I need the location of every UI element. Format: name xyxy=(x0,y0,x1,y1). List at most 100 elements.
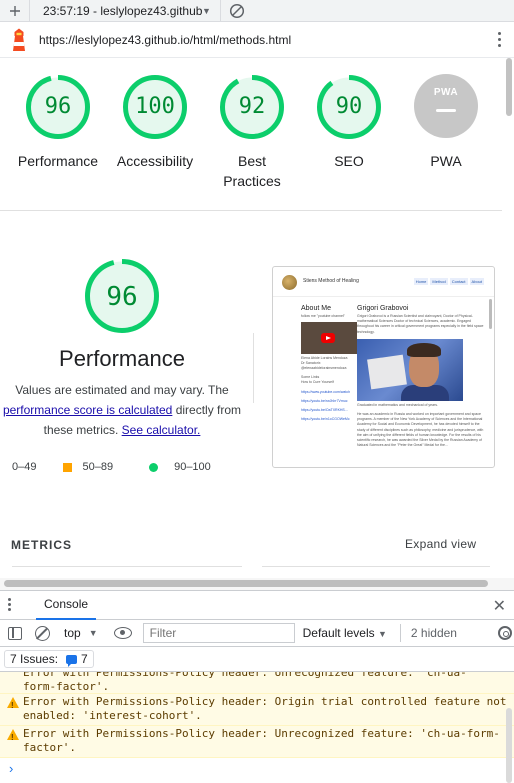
metrics-title: METRICS xyxy=(11,538,72,552)
thumb-link: https://youtu.be/OaTXRKHS... xyxy=(301,408,348,412)
devtools-drawer: Console ✕ top ▼ Default levels ▼ 2 hidde… xyxy=(0,590,514,783)
see-calculator-link[interactable]: See calculator. xyxy=(122,423,201,437)
thumb-links: https://www.youtube.com/watch https://yo… xyxy=(301,390,357,421)
thumb-link: https://www.youtube.com/watch xyxy=(301,390,351,394)
thumb-heading: Grigori Grabovoi xyxy=(357,305,409,312)
scrollbar-thumb[interactable] xyxy=(4,580,488,587)
thumb-video xyxy=(301,322,357,354)
scrollbar-thumb[interactable] xyxy=(506,58,512,116)
thumb-photo xyxy=(357,338,463,401)
thumb-about-text: follow me "youtube channel" xyxy=(301,314,345,318)
console-warning[interactable]: Error with Permissions-Policy header: Un… xyxy=(0,672,514,694)
toolbar-separator xyxy=(399,624,401,642)
performance-section: 96 Performance Values are estimated and … xyxy=(0,258,244,440)
more-options-icon[interactable] xyxy=(498,32,502,50)
sidebar-toggle-icon[interactable] xyxy=(8,626,22,640)
warning-text: Error with Permissions-Policy header: Un… xyxy=(23,727,500,754)
issues-button[interactable]: 7 Issues: 7 xyxy=(4,650,94,668)
chevron-down-icon[interactable]: ▼ xyxy=(202,6,216,16)
thumb-about-column: About Me follow me "youtube channel" Ele… xyxy=(301,305,357,421)
thumb-brand: Stiens Method of Healing xyxy=(303,278,359,284)
warning-icon xyxy=(7,729,19,745)
console-warning[interactable]: Error with Permissions-Policy header: Or… xyxy=(0,694,514,726)
score-value: 96 xyxy=(44,94,72,119)
divider xyxy=(0,210,502,211)
log-levels-dropdown[interactable]: Default levels ▼ xyxy=(303,626,387,640)
desc-text: directly from xyxy=(175,403,242,417)
legend-average-label: 50–89 xyxy=(82,461,114,473)
warning-text: Error with Permissions-Policy header: Or… xyxy=(23,695,507,722)
warning-text-partial: Error with Permissions-Policy header: Un… xyxy=(23,672,467,679)
issues-count: 7 xyxy=(81,652,88,666)
gauge-seo[interactable]: 90 SEO xyxy=(300,74,398,171)
legend-pass-label: 90–100 xyxy=(174,461,211,473)
gauge-accessibility[interactable]: 100 Accessibility xyxy=(106,74,204,171)
warning-text: form-factor'. xyxy=(23,680,110,693)
url-bar: https://leslylopez43.github.io/html/meth… xyxy=(0,22,514,58)
plus-icon xyxy=(9,5,20,16)
pwa-badge-icon: PWA xyxy=(414,74,478,138)
tab-title[interactable]: 23:57:19 - leslylopez43.github xyxy=(30,4,202,18)
thumb-nav-item: Method xyxy=(430,278,448,285)
new-tab-button[interactable] xyxy=(0,0,30,22)
divider xyxy=(12,566,242,567)
gauge-performance[interactable]: 96 Performance xyxy=(9,74,107,171)
gauge-pwa[interactable]: PWA PWA xyxy=(397,74,495,171)
close-icon[interactable]: ✕ xyxy=(493,596,506,616)
average-square-icon xyxy=(63,462,73,472)
drawer-tabs: Console ✕ xyxy=(0,591,514,620)
thumb-header: Stiens Method of Healing Home Method Con… xyxy=(273,267,494,297)
thumb-bio-2: He was an academic in Russia and worked … xyxy=(357,412,484,448)
clear-report-button[interactable] xyxy=(221,3,253,19)
score-summary: 96 Performance 100 Accessibility 92 Best… xyxy=(0,58,502,210)
score-value: 92 xyxy=(238,94,266,119)
issues-bar: 7 Issues: 7 xyxy=(0,647,514,672)
score-value: 100 xyxy=(135,94,175,119)
thumb-link: https://youtu.be/rwJhIrr7Vmuc xyxy=(301,399,348,403)
chevron-down-icon[interactable]: ▼ xyxy=(89,628,98,638)
score-label: Best Practices xyxy=(223,153,281,189)
gear-icon[interactable] xyxy=(498,626,512,640)
thumb-nav: Home Method Contact About xyxy=(413,278,484,285)
thumb-caption: How to Cure Yourself xyxy=(301,380,334,384)
thumb-bio: Grigori Grabovoi is a Russian Scientist … xyxy=(357,314,484,334)
thumb-nav-item: About xyxy=(469,278,484,285)
issues-label: 7 Issues: xyxy=(10,652,59,666)
thumb-photo-caption: Graduated in mathematics and mechanical … xyxy=(357,402,438,407)
performance-description: Values are estimated and may vary. The p… xyxy=(0,380,244,440)
console-warning[interactable]: Error with Permissions-Policy header: Un… xyxy=(0,726,514,758)
lighthouse-logo-icon xyxy=(13,28,25,51)
console-scrollbar[interactable] xyxy=(506,708,512,783)
play-icon xyxy=(321,333,335,343)
thumb-bio-column: Grigori Grabovoi Grigori Grabovoi is a R… xyxy=(357,305,487,448)
thumb-link: https://youtu.be/n1oCGOWeMc xyxy=(301,417,350,421)
score-calculated-link[interactable]: performance score is calculated xyxy=(3,403,172,417)
console-prompt[interactable]: › xyxy=(0,758,514,780)
section-divider xyxy=(253,333,254,403)
performance-score: 96 xyxy=(106,282,138,312)
legend-fail-label: 0–49 xyxy=(12,461,37,473)
thumb-caption: @elenaabidelorainsmendoza xyxy=(301,366,347,370)
filter-input[interactable] xyxy=(142,623,295,643)
score-label: Accessibility xyxy=(116,153,194,169)
lighthouse-report: 96 Performance 100 Accessibility 92 Best… xyxy=(0,58,514,578)
clear-console-icon[interactable] xyxy=(35,625,50,641)
score-legend: 0–49 50–89 90–100 xyxy=(12,461,262,473)
drawer-menu-icon[interactable] xyxy=(8,597,30,613)
report-vertical-scrollbar[interactable] xyxy=(502,58,514,578)
gauge-best-practices[interactable]: 92 Best Practices xyxy=(203,74,301,191)
tab-console[interactable]: Console xyxy=(36,591,97,620)
score-label: Performance xyxy=(17,153,99,169)
context-selector[interactable]: top xyxy=(64,626,81,640)
expand-view-button[interactable]: Expand view xyxy=(405,537,476,551)
chevron-down-icon: ▼ xyxy=(378,629,387,639)
console-toolbar: top ▼ Default levels ▼ 2 hidden xyxy=(0,620,514,647)
score-label: SEO xyxy=(334,153,364,169)
hidden-count: 2 hidden xyxy=(410,626,457,640)
page-screenshot-thumbnail[interactable]: Stiens Method of Healing Home Method Con… xyxy=(272,266,495,468)
pass-circle-icon xyxy=(149,462,159,472)
live-expression-eye-icon[interactable] xyxy=(113,627,132,639)
horizontal-scrollbar[interactable] xyxy=(0,578,514,590)
prompt-chevron-icon: › xyxy=(9,761,14,776)
pwa-badge-text: PWA xyxy=(433,87,459,98)
